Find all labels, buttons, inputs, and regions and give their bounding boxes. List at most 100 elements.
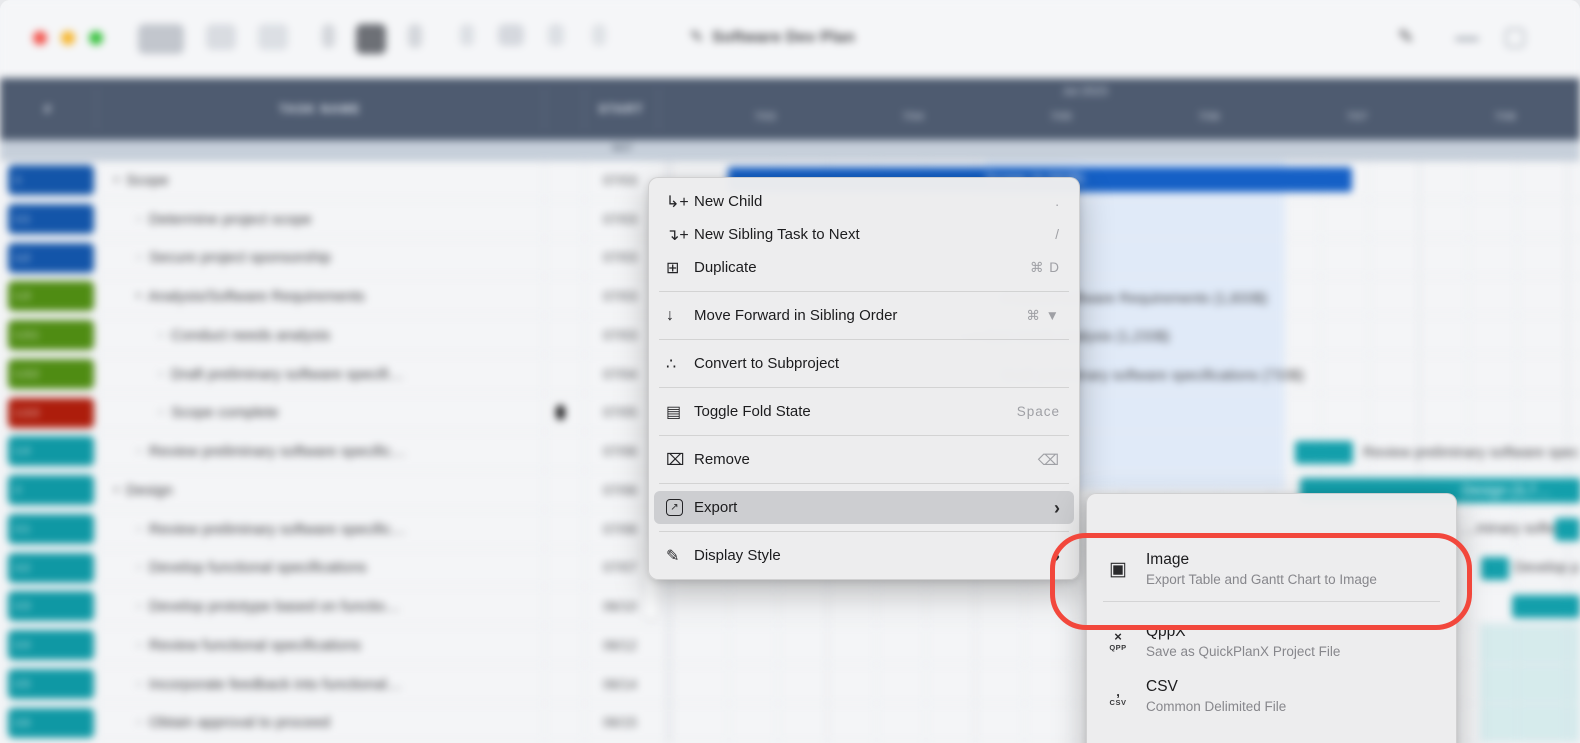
task-state-icon[interactable]: ○	[158, 407, 164, 418]
image-photos-icon: ▣	[1103, 551, 1133, 588]
task-state-icon[interactable]: ○	[136, 252, 142, 263]
menu-item-new-sibling[interactable]: ↴+ New Sibling Task to Next /	[654, 218, 1074, 251]
column-divider	[584, 587, 585, 625]
gantt-day-labels: 7/03 7/04 7/05 7/06 7/07 7/08	[680, 78, 1580, 140]
task-start-cell: 06/14	[585, 665, 655, 704]
task-name-label: Develop functional specifications	[149, 559, 367, 576]
task-name-label: Determine project scope	[149, 211, 312, 228]
column-divider	[96, 239, 97, 277]
new-sibling-icon: ↴+	[666, 225, 694, 245]
task-state-icon[interactable]: ○	[136, 717, 142, 728]
task-name-cell[interactable]: ○ Develop functional specifications	[100, 549, 540, 588]
task-name-cell[interactable]: ○ Develop prototype based on functio…	[100, 587, 540, 626]
submenu-item-csv[interactable]: , CSV CSV Common Delimited File	[1087, 669, 1456, 724]
task-state-icon[interactable]: ▾	[114, 485, 119, 496]
column-divider	[96, 432, 97, 470]
close-window-button[interactable]	[33, 31, 47, 45]
menu-separator	[659, 387, 1069, 388]
menu-item-export[interactable]: ↗ Export ›	[654, 491, 1074, 524]
task-name-cell[interactable]: ○ Determine project scope	[100, 200, 540, 239]
toolbar-icon[interactable]	[548, 24, 564, 46]
column-divider	[96, 394, 97, 432]
task-name-label: Review preliminary software specific…	[149, 521, 406, 538]
task-name-cell[interactable]: ○ Obtain approval to proceed	[100, 704, 540, 743]
toolbar-icon[interactable]	[592, 24, 606, 46]
task-state-icon[interactable]: ○	[136, 562, 142, 573]
menu-item-move-forward[interactable]: ↓ Move Forward in Sibling Order ⌘ ▼	[654, 299, 1074, 332]
column-divider	[96, 665, 97, 703]
task-state-icon[interactable]: ○	[136, 679, 142, 690]
submenu-chevron-icon: ›	[1054, 547, 1060, 565]
toolbar-icon[interactable]	[258, 24, 288, 50]
task-name-cell[interactable]: ○ Secure project sponsorship	[100, 239, 540, 278]
task-name-cell[interactable]: ○ Scope complete	[100, 394, 540, 433]
task-start-cell: 07/03	[585, 200, 655, 239]
menu-shortcut: ⌫	[1038, 451, 1060, 469]
titlebar: ✎ Software Dev Plan ✎	[0, 0, 1580, 78]
edit-mode-icon[interactable]: ✎	[1398, 26, 1414, 49]
menu-item-convert-subproject[interactable]: ∴ Convert to Subproject	[654, 347, 1074, 380]
expand-panel-icon[interactable]	[1505, 28, 1525, 48]
minimize-window-button[interactable]	[61, 31, 75, 45]
column-divider	[544, 239, 545, 277]
row-number-chip: 1.3.2	[8, 359, 94, 389]
task-name-cell[interactable]: ○ Review preliminary software specific…	[100, 510, 540, 549]
zoom-window-button[interactable]	[89, 31, 103, 45]
menu-item-remove[interactable]: ⌧ Remove ⌫	[654, 443, 1074, 476]
column-divider	[96, 587, 97, 625]
toolbar-icon[interactable]	[408, 24, 422, 48]
column-divider	[544, 316, 545, 354]
toolbar-icon[interactable]	[356, 24, 386, 54]
task-name-cell[interactable]: ○ Review functional specifications	[100, 626, 540, 665]
column-divider	[96, 626, 97, 664]
gantt-day-label: 7/04	[883, 111, 943, 123]
submenu-item-qppx[interactable]: × QPP QppX Save as QuickPlanX Project Fi…	[1087, 614, 1456, 669]
task-state-icon[interactable]: ○	[136, 524, 142, 535]
column-divider	[96, 355, 97, 393]
task-state-icon[interactable]: ○	[158, 330, 164, 341]
task-start-cell: 07/06	[585, 432, 655, 471]
task-name-cell[interactable]: ▾ Design	[100, 471, 540, 510]
column-divider	[544, 626, 545, 664]
task-name-cell[interactable]: ▾ Scope	[100, 161, 540, 200]
menu-item-duplicate[interactable]: ⊞ Duplicate ⌘ D	[654, 251, 1074, 284]
task-state-icon[interactable]: ○	[136, 446, 142, 457]
more-options-icon[interactable]	[1455, 37, 1479, 41]
task-name-cell[interactable]: ○ Review preliminary software specific…	[100, 432, 540, 471]
toolbar-icon[interactable]	[322, 24, 335, 48]
task-state-icon[interactable]: ○	[158, 369, 164, 380]
task-name-cell[interactable]: ▾ Analysis/Software Requirements	[100, 277, 540, 316]
task-start-cell: 07/03	[585, 277, 655, 316]
task-name-cell[interactable]: ○ Conduct needs analysis	[100, 316, 540, 355]
row-number-chip: 2.5	[8, 669, 94, 699]
task-name-cell[interactable]: ○ Draft preliminary software specifi…	[100, 355, 540, 394]
toolbar-icon[interactable]	[498, 24, 524, 46]
toolbar-icon[interactable]	[206, 24, 236, 50]
task-start-cell: 06/12	[585, 626, 655, 665]
document-title[interactable]: Software Dev Plan	[712, 29, 855, 47]
task-name-cell[interactable]: ○ Incorporate feedback into functional…	[100, 665, 540, 704]
menu-item-label: Duplicate	[694, 259, 1030, 276]
column-header-start: START	[584, 78, 658, 140]
task-state-icon[interactable]: ○	[136, 601, 142, 612]
task-state-icon[interactable]: ▾	[114, 175, 119, 186]
edit-title-pencil-icon[interactable]: ✎	[690, 27, 703, 47]
column-divider	[544, 510, 545, 548]
header-separator	[96, 88, 97, 130]
task-state-icon[interactable]: ○	[136, 214, 142, 225]
submenu-item-image[interactable]: ▣ Image Export Table and Gantt Chart to …	[1087, 542, 1456, 597]
column-divider	[544, 549, 545, 587]
task-state-icon[interactable]: ▾	[136, 291, 141, 302]
toolbar-icon[interactable]	[138, 24, 184, 54]
column-divider	[96, 510, 97, 548]
toolbar-icon[interactable]	[460, 24, 474, 46]
column-divider	[544, 161, 545, 199]
menu-item-new-child[interactable]: ↳+ New Child .	[654, 185, 1074, 218]
task-state-icon[interactable]: ○	[136, 640, 142, 651]
menu-shortcut: ⌘ ▼	[1026, 308, 1060, 324]
menu-separator	[659, 483, 1069, 484]
column-divider	[544, 432, 545, 470]
column-header-task: TASK NAME	[96, 78, 544, 140]
menu-item-toggle-fold[interactable]: ▤ Toggle Fold State Space	[654, 395, 1074, 428]
menu-item-display-style[interactable]: ✎ Display Style ›	[654, 539, 1074, 572]
